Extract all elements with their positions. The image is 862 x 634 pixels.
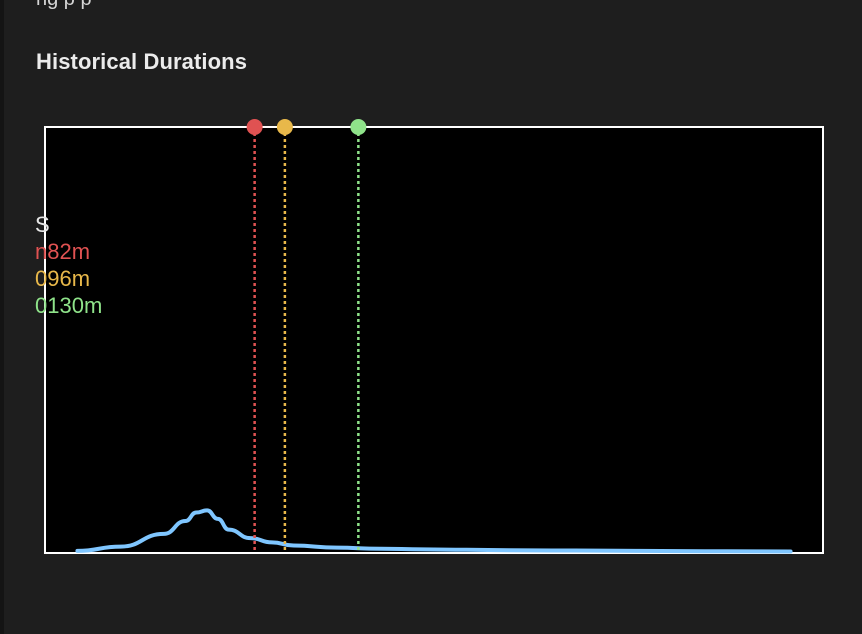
- marker-dot-96: [276, 119, 293, 135]
- legend-item-130: 0130m: [35, 293, 103, 318]
- plot-area: [44, 126, 824, 554]
- marker-dot-130: [350, 119, 367, 135]
- marker-dot-82: [246, 119, 263, 135]
- legend-item-82: n82m: [35, 239, 91, 264]
- chart-legend: S n82m 096m 0130m: [35, 211, 135, 319]
- legend-title: S: [35, 212, 50, 237]
- legend-item-96: 096m: [35, 266, 91, 291]
- page: ng p p Historical Durations S n82m096m01…: [0, 0, 862, 634]
